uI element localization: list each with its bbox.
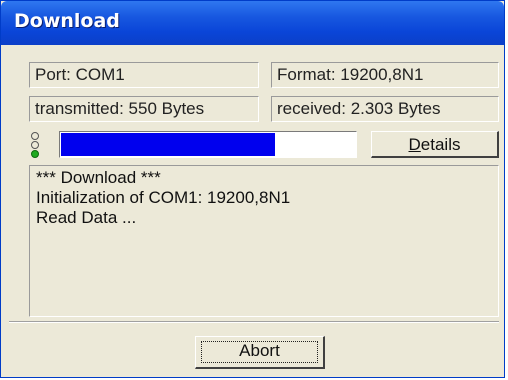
log-line: Initialization of COM1: 19200,8N1 — [36, 188, 291, 207]
details-accelerator: D — [408, 135, 421, 154]
details-button[interactable]: Details — [371, 131, 499, 158]
status-led-stack — [30, 132, 40, 162]
download-dialog: Download Port: COM1 Format: 19200,8N1 tr… — [0, 0, 505, 378]
details-button-label: Details — [409, 135, 461, 154]
transmitted-field: transmitted: 550 Bytes — [29, 96, 259, 122]
log-line: *** Download *** — [36, 168, 161, 187]
window-title: Download — [14, 10, 120, 32]
status-led-icon — [31, 141, 39, 149]
separator-highlight — [9, 322, 499, 323]
progress-fill — [61, 133, 276, 156]
details-rest: etails — [420, 135, 461, 154]
log-line: Read Data ... — [36, 208, 137, 227]
format-field: Format: 19200,8N1 — [271, 62, 499, 88]
log-area: *** Download *** Initialization of COM1:… — [29, 165, 499, 317]
abort-button[interactable]: Abort — [195, 336, 325, 369]
title-bar[interactable]: Download — [1, 1, 504, 45]
abort-button-label: Abort — [239, 341, 280, 360]
port-field: Port: COM1 — [29, 62, 259, 88]
status-led-icon — [31, 150, 39, 158]
received-field: received: 2.303 Bytes — [271, 96, 499, 122]
download-progress-bar — [59, 131, 357, 158]
status-led-icon — [31, 132, 39, 140]
